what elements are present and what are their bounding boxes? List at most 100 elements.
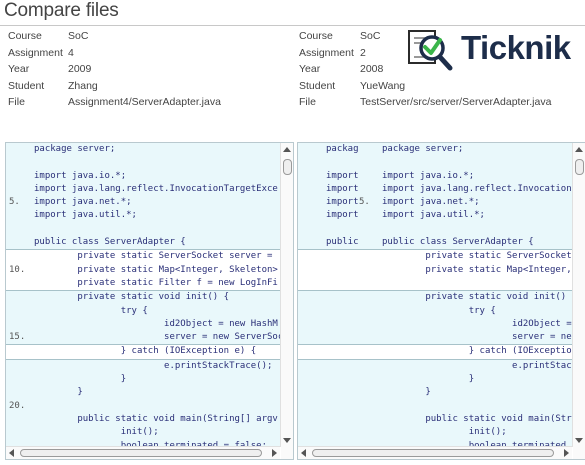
right-vertical-scrollbar[interactable] <box>572 143 585 447</box>
right-horizontal-scrollbar[interactable] <box>298 446 572 459</box>
code-text: package server; <box>382 144 464 154</box>
left-assignment-row: Assignment 4 <box>8 45 221 62</box>
code-text: server = ne <box>382 332 572 343</box>
code-text: import java.io.*; <box>34 170 127 181</box>
meta-value: 4 <box>68 46 74 59</box>
code-text: import java.lang.reflect.InvocationTarge… <box>34 183 278 194</box>
scroll-corner <box>573 447 585 459</box>
code-line: init(); <box>298 426 572 440</box>
ticknik-logo: Ticknik <box>405 28 585 71</box>
code-line: import 5. import java.net.*; <box>298 196 572 210</box>
code-line: public class ServerAdapter { <box>6 236 280 251</box>
meta-key: Year <box>299 63 321 76</box>
matched-line-ref: import <box>326 170 359 181</box>
scroll-up-arrow-icon[interactable] <box>575 147 583 152</box>
meta-key: Student <box>299 79 336 92</box>
left-vertical-scrollbar[interactable] <box>280 143 293 447</box>
scroll-left-arrow-icon[interactable] <box>9 449 14 457</box>
meta-key: File <box>8 96 25 109</box>
page-title: Compare files <box>4 0 119 21</box>
right-file-row: File TestServer/src/server/ServerAdapter.… <box>299 94 551 111</box>
code-text: private static void init() { <box>34 292 230 303</box>
left-file-info: Course SoC Assignment 4 Year 2009 Student Zh… <box>8 28 221 111</box>
code-line: private static ServerSocket server = <box>6 250 280 264</box>
meta-key: Course <box>8 30 42 43</box>
code-line: packag package server; <box>298 143 572 157</box>
code-text: public class ServerAdapter { <box>34 237 186 248</box>
code-line: e.printStack <box>298 359 572 374</box>
scroll-down-arrow-icon[interactable] <box>575 438 583 443</box>
code-line: 10. private static Map<Integer, Skeleton… <box>6 263 280 277</box>
left-code-pane[interactable]: package server; import java.io.*; import j… <box>5 142 294 460</box>
code-text: private static void init() <box>382 292 567 303</box>
meta-key: Student <box>8 79 45 92</box>
code-line: } catch (IOException e) { <box>6 345 280 360</box>
line-number: 5. <box>9 197 20 208</box>
code-line: 15. server = new ServerSoc <box>6 331 280 346</box>
code-line: import java.util.*; <box>6 209 280 223</box>
scroll-right-arrow-icon[interactable] <box>272 449 277 457</box>
right-code-listing: packag package server; import import java.i… <box>298 143 572 447</box>
code-line <box>298 399 572 413</box>
code-text: } catch (IOException e) { <box>34 346 257 357</box>
line-number: 20. <box>9 400 26 411</box>
scroll-thumb[interactable] <box>575 159 584 175</box>
meta-key: File <box>299 96 316 109</box>
code-line <box>298 276 572 292</box>
code-text: private static ServerSocket <box>382 251 572 262</box>
code-line: private static void init() { <box>6 291 280 305</box>
code-line <box>6 222 280 237</box>
meta-value: 2009 <box>68 63 92 76</box>
meta-value: 2 <box>360 46 366 59</box>
meta-key: Assignment <box>299 46 354 59</box>
code-text: private static ServerSocket server = <box>34 251 273 262</box>
scroll-left-arrow-icon[interactable] <box>301 449 306 457</box>
code-line: try { <box>6 304 280 318</box>
code-line <box>298 222 572 237</box>
left-horizontal-scrollbar[interactable] <box>6 446 280 459</box>
left-file-row: File Assignment4/ServerAdapter.java <box>8 94 221 111</box>
code-line: public public class ServerAdapter { <box>298 236 572 251</box>
meta-key: Course <box>299 30 333 43</box>
code-line: } <box>6 373 280 387</box>
logo-text: Ticknik <box>461 29 571 66</box>
code-text: server = new ServerSoc <box>34 332 280 343</box>
scroll-right-arrow-icon[interactable] <box>564 449 569 457</box>
code-line: id2Object = new HashM <box>6 317 280 332</box>
line-number: 15. <box>9 332 26 343</box>
code-line: import import java.lang.reflect.Invocatio… <box>298 182 572 197</box>
line-number: 5. <box>359 197 370 208</box>
code-text: id2Object = <box>382 318 572 329</box>
code-text: public static void main(Str <box>382 413 572 424</box>
code-text: private static Filter f = new LogInFi <box>34 277 278 288</box>
code-line: } <box>298 386 572 400</box>
meta-key: Assignment <box>8 46 63 59</box>
code-line: private static ServerSocket <box>298 250 572 264</box>
code-line: id2Object = <box>298 317 572 332</box>
scroll-thumb[interactable] <box>312 449 554 457</box>
code-text: import java.net.*; <box>382 197 480 208</box>
left-student-row: Student Zhang <box>8 78 221 95</box>
code-line: server = ne <box>298 331 572 346</box>
code-line: private static Filter f = new LogInFi <box>6 276 280 292</box>
matched-line-ref: packag <box>326 144 359 154</box>
matched-line-ref: import <box>326 197 359 208</box>
document-check-magnifier-icon <box>408 30 453 71</box>
scroll-thumb[interactable] <box>20 449 262 457</box>
right-code-pane[interactable]: packag package server; import import java.i… <box>297 142 585 460</box>
code-text: } <box>34 374 127 385</box>
code-text: public static void main(String[] argv <box>34 413 278 424</box>
scroll-up-arrow-icon[interactable] <box>283 147 291 152</box>
scroll-thumb[interactable] <box>283 159 292 175</box>
left-year-row: Year 2009 <box>8 61 221 78</box>
scroll-down-arrow-icon[interactable] <box>283 438 291 443</box>
code-line: private static void init() <box>298 291 572 305</box>
meta-value: Zhang <box>68 79 98 92</box>
code-line: public static void main(Str <box>298 412 572 427</box>
code-line: import import java.util.*; <box>298 209 572 223</box>
code-line: init(); <box>6 426 280 440</box>
right-student-row: Student YueWang <box>299 78 551 95</box>
meta-value: 2008 <box>360 63 384 76</box>
meta-value: SoC <box>68 30 89 43</box>
meta-value: YueWang <box>360 79 406 92</box>
